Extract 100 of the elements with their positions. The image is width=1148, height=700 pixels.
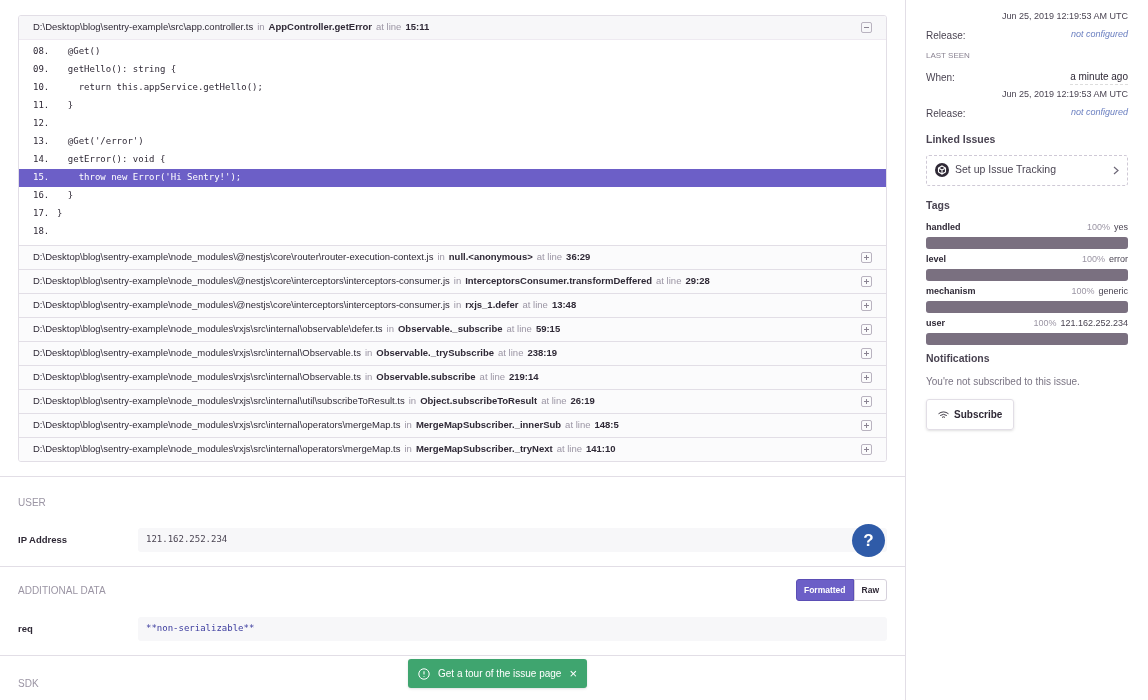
frame-header[interactable]: D:\Desktop\blog\sentry-example\node_modules\rxjs\src\internal\observable\defer.ts in Observable._subscribe at line 59:15 bbox=[19, 318, 886, 341]
tag-row[interactable]: level 100% error bbox=[926, 252, 1128, 281]
code-line: 09. getHello(): string { bbox=[32, 63, 178, 77]
code-line: 13. @Get('/error') bbox=[32, 135, 145, 149]
view-toggle[interactable]: Raw bbox=[853, 579, 887, 601]
function-name: Observable.subscribe bbox=[376, 370, 476, 385]
tag-value: yes bbox=[1114, 220, 1128, 234]
file-path: D:\Desktop\blog\sentry-example\node_modules\rxjs\src\internal\operators\mergeMap.ts bbox=[33, 418, 401, 433]
tag-name: user bbox=[926, 316, 945, 330]
function-name: MergeMapSubscriber._innerSub bbox=[415, 418, 562, 433]
frame-header[interactable]: D:\Desktop\blog\sentry-example\node_modules\@nestjs\core\interceptors\interceptors-consumer.js in InterceptorsConsumer.transformDeffered at line 29:28 bbox=[19, 270, 886, 293]
expand-icon[interactable] bbox=[861, 396, 872, 407]
function-name: Object.subscribeToResult bbox=[420, 394, 538, 409]
at-line-label: at line bbox=[498, 346, 524, 361]
release-value: not configured bbox=[1070, 28, 1128, 42]
view-toggle[interactable]: Formatted bbox=[795, 579, 854, 601]
info-icon bbox=[418, 667, 430, 680]
line-number: 148:5 bbox=[594, 418, 619, 433]
expand-icon[interactable] bbox=[861, 300, 872, 311]
in-label: in bbox=[437, 250, 445, 265]
line-number: 219:14 bbox=[508, 370, 539, 385]
subscribe-button[interactable]: Subscribe bbox=[926, 399, 1015, 431]
code-line: 17. } bbox=[32, 207, 64, 221]
expand-icon[interactable] bbox=[861, 348, 872, 359]
file-path: D:\Desktop\blog\sentry-example\node_modules\rxjs\src\internal\util\subscribeToResult.ts bbox=[33, 394, 405, 409]
in-label: in bbox=[453, 274, 462, 289]
frame-header[interactable]: D:\Desktop\blog\sentry-example\node_modules\rxjs\src\internal\operators\mergeMap.ts in MergeMapSubscriber._innerSub at line 148:5 bbox=[19, 414, 886, 437]
release-label: Release: bbox=[926, 28, 966, 43]
tag-value: generic bbox=[1098, 284, 1128, 298]
in-label: in bbox=[364, 370, 373, 385]
at-line-label: at line bbox=[506, 322, 532, 337]
tag-row[interactable]: user 100% 121.162.252.234 bbox=[926, 316, 1128, 345]
tag-name: level bbox=[926, 252, 947, 266]
frame-header[interactable]: D:\Desktop\blog\sentry-example\node_modules\rxjs\src\internal\Observable.ts in Observable.subscribe at line 219:14 bbox=[19, 366, 886, 389]
tag-percent: 100% bbox=[1081, 252, 1105, 266]
function-name: MergeMapSubscriber._tryNext bbox=[415, 442, 553, 457]
section-heading: ADDITIONAL DATA bbox=[18, 583, 106, 598]
section-title: Tags bbox=[926, 197, 951, 213]
frame-header[interactable]: D:\Desktop\blog\sentry-example\src\app.controller.ts in AppController.getError at line 15:11 bbox=[19, 16, 886, 39]
file-path: D:\Desktop\blog\sentry-example\node_modules\rxjs\src\internal\Observable.ts bbox=[33, 370, 361, 385]
wifi-icon bbox=[938, 410, 949, 419]
expand-icon[interactable] bbox=[861, 324, 872, 335]
at-line-label: at line bbox=[376, 20, 402, 35]
tag-row[interactable]: handled 100% yes bbox=[926, 220, 1128, 249]
in-label: in bbox=[257, 20, 265, 35]
subscription-status: You're not subscribed to this issue. bbox=[926, 375, 1081, 390]
when-label: When: bbox=[926, 70, 955, 85]
collapse-icon[interactable] bbox=[861, 22, 872, 33]
section-title: Linked Issues bbox=[926, 132, 997, 147]
at-line-label: at line bbox=[656, 274, 682, 289]
tag-value: error bbox=[1109, 252, 1128, 266]
frame-header[interactable]: D:\Desktop\blog\sentry-example\node_modules\rxjs\src\internal\operators\mergeMap.ts in MergeMapSubscriber._tryNext at line 141:10 bbox=[19, 438, 886, 461]
at-line-label: at line bbox=[556, 442, 582, 457]
tag-percent: 100% bbox=[1086, 220, 1110, 234]
file-path: D:\Desktop\blog\sentry-example\node_modules\rxjs\src\internal\operators\mergeMap.ts bbox=[33, 442, 401, 457]
issue-tracking-button[interactable]: Set up Issue Tracking bbox=[926, 154, 1128, 186]
in-label: in bbox=[404, 418, 412, 433]
at-line-label: at line bbox=[479, 370, 505, 385]
expand-icon[interactable] bbox=[861, 372, 872, 383]
release-value: not configured bbox=[1070, 106, 1128, 120]
code-line: 14. getError(): void { bbox=[32, 153, 167, 167]
field-label: req bbox=[18, 621, 34, 636]
toast-message: Get a tour of the issue page bbox=[438, 667, 562, 681]
frame-header[interactable]: D:\Desktop\blog\sentry-example\node_modules\rxjs\src\internal\util\subscribeToResult.ts in Object.subscribeToResult at line 26:19 bbox=[19, 390, 886, 413]
line-number: 29:28 bbox=[685, 274, 710, 289]
tag-percent: 100% bbox=[1071, 284, 1095, 298]
tag-name: mechanism bbox=[926, 284, 976, 298]
tag-row[interactable]: mechanism 100% generic bbox=[926, 284, 1128, 313]
file-path: D:\Desktop\blog\sentry-example\node_modules\@nestjs\core\interceptors\interceptors-consumer.js bbox=[33, 298, 450, 313]
chevron-right-icon bbox=[1113, 165, 1119, 175]
in-label: in bbox=[404, 442, 412, 457]
expand-icon[interactable] bbox=[861, 444, 872, 455]
expand-icon[interactable] bbox=[861, 420, 872, 431]
file-path: D:\Desktop\blog\sentry-example\node_modules\rxjs\src\internal\Observable.ts bbox=[33, 346, 361, 361]
frame-header[interactable]: D:\Desktop\blog\sentry-example\node_modules\@nestjs\core\interceptors\interceptors-consumer.js in rxjs_1.defer at line 13:48 bbox=[19, 294, 886, 317]
file-path: D:\Desktop\blog\sentry-example\src\app.controller.ts bbox=[33, 20, 254, 35]
file-path: D:\Desktop\blog\sentry-example\node_modules\rxjs\src\internal\observable\defer.ts bbox=[33, 322, 383, 337]
function-name: Observable._trySubscribe bbox=[376, 346, 495, 361]
code-line: 12. bbox=[32, 117, 51, 131]
function-name: null.<anonymous> bbox=[448, 250, 533, 265]
section-heading: LAST SEEN bbox=[926, 50, 971, 62]
timestamp: Jun 25, 2019 12:19:53 AM UTC bbox=[1001, 88, 1128, 102]
line-number: 141:10 bbox=[586, 442, 616, 457]
field-value: **non-serializable** bbox=[138, 617, 887, 641]
code-line: 08. @Get() bbox=[32, 45, 102, 59]
tag-name: handled bbox=[926, 220, 961, 234]
frame-header[interactable]: D:\Desktop\blog\sentry-example\node_modules\rxjs\src\internal\Observable.ts in Observable._trySubscribe at line 238:19 bbox=[19, 342, 886, 365]
help-button[interactable]: ? bbox=[852, 524, 885, 557]
line-number: 36:29 bbox=[566, 250, 591, 265]
section-title: Notifications bbox=[926, 350, 991, 366]
at-line-label: at line bbox=[522, 298, 548, 313]
frame-header[interactable]: D:\Desktop\blog\sentry-example\node_modules\@nestjs\core\router\router-execution-context.js in null.<anonymous> at line 36:29 bbox=[19, 246, 886, 269]
code-line: 10. return this.appService.getHello(); bbox=[32, 81, 264, 95]
expand-icon[interactable] bbox=[861, 252, 872, 263]
at-line-label: at line bbox=[541, 394, 567, 409]
tag-value: 121.162.252.234 bbox=[1060, 316, 1128, 330]
code-line: 16. } bbox=[32, 189, 75, 203]
function-name: InterceptorsConsumer.transformDeffered bbox=[465, 274, 653, 289]
expand-icon[interactable] bbox=[861, 276, 872, 287]
relative-time: a minute ago bbox=[1070, 69, 1128, 85]
